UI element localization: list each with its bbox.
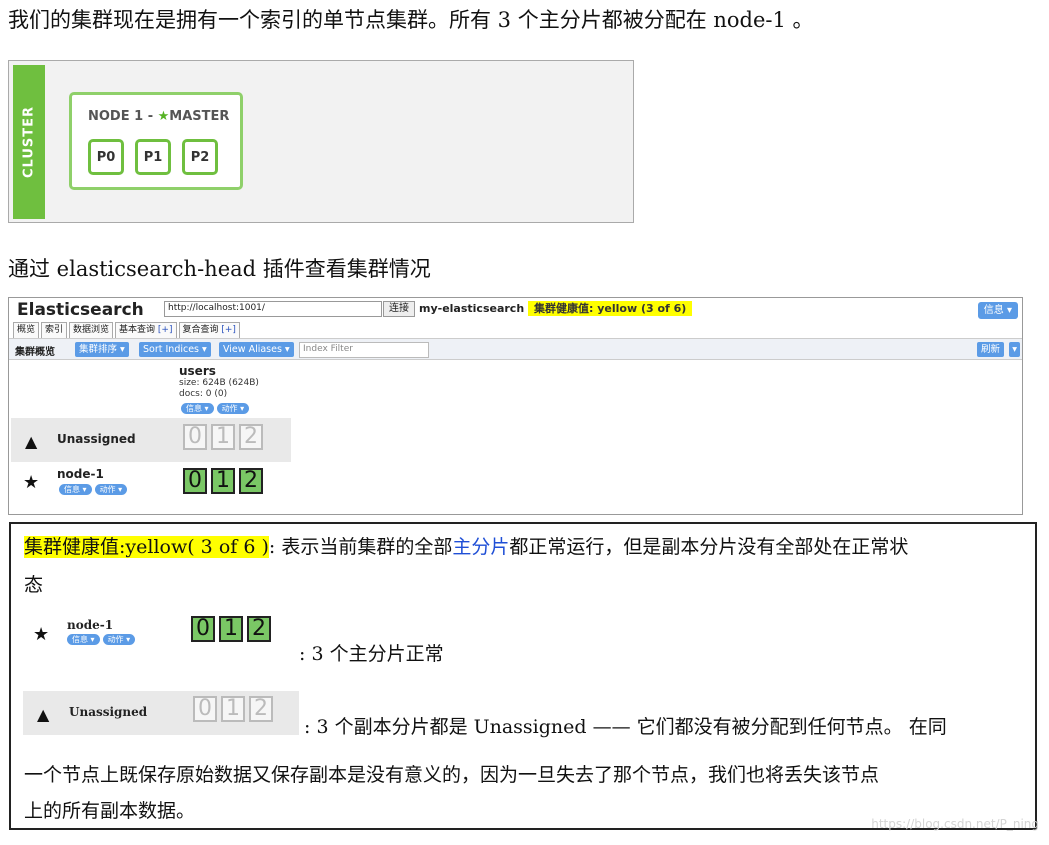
replica-shard-row: 0 1 2 xyxy=(183,424,263,450)
tab-bar: 概览 索引 数据浏览 基本查询 [+] 复合查询 [+] xyxy=(13,322,242,338)
primary-caption: : 3 个主分片正常 xyxy=(299,643,444,665)
example-node: ★ node-1 信息 ▾ 动作 ▾ xyxy=(31,616,181,656)
master-star-icon: ★ xyxy=(33,624,50,645)
explanation-line-2: 态 xyxy=(24,574,44,596)
sort-cluster-button[interactable]: 集群排序 ▾ xyxy=(75,342,129,357)
example-node-action-pill: 动作 ▾ xyxy=(102,634,136,645)
primary-shard-row: 0 1 2 xyxy=(183,468,263,494)
tab-indices-label: 索引 xyxy=(45,325,64,335)
tab-basic-query-plus[interactable]: [+] xyxy=(158,325,173,335)
index-info-pill[interactable]: 信息 ▾ xyxy=(181,403,214,414)
tab-indices[interactable]: 索引 xyxy=(41,322,68,338)
primary-shard-p1: P1 xyxy=(135,139,171,175)
primary-shard[interactable]: 2 xyxy=(239,468,263,494)
node-title: NODE 1 - ★MASTER xyxy=(88,109,229,124)
node-pill-row: 信息 ▾ 动作 ▾ xyxy=(59,484,128,495)
info-menu-button[interactable]: 信息 ▾ xyxy=(977,302,1018,319)
example-replica-shard-row: 0 1 2 xyxy=(193,696,273,722)
tab-browser-label: 数据浏览 xyxy=(73,325,110,335)
node-title-text: NODE 1 - xyxy=(88,109,158,124)
health-highlight: 集群健康值:yellow( 3 of 6 ) xyxy=(24,536,269,558)
primary-shard[interactable]: 0 xyxy=(183,468,207,494)
primary-shard-p0: P0 xyxy=(88,139,124,175)
unassigned-label: Unassigned xyxy=(57,432,136,446)
refresh-button[interactable]: 刷新 xyxy=(976,342,1004,357)
master-star-icon: ★ xyxy=(157,109,170,124)
replica-shard[interactable]: 1 xyxy=(211,424,235,450)
index-docs: docs: 0 (0) xyxy=(179,389,228,399)
tab-basic-query-label: 基本查询 xyxy=(119,325,158,335)
explanation-line-3: 一个节点上既保存原始数据又保存副本是没有意义的，因为一旦失去了那个节点，我们也将… xyxy=(24,764,880,786)
example-unassigned-label: Unassigned xyxy=(69,705,148,719)
primary-shard: 0 xyxy=(191,616,215,642)
view-aliases-button[interactable]: View Aliases ▾ xyxy=(219,342,294,357)
unassigned-row: ▲ Unassigned 0 1 2 xyxy=(11,418,291,462)
index-size: size: 624B (624B) xyxy=(179,378,259,388)
index-name: users xyxy=(179,364,216,378)
tab-overview-label: 概览 xyxy=(17,325,36,335)
index-filter-input[interactable]: Index Filter xyxy=(299,342,429,358)
tab-compound-query[interactable]: 复合查询 [+] xyxy=(178,322,240,338)
replica-caption: : 3 个副本分片都是 Unassigned —— 它们都没有被分配到任何节点。… xyxy=(304,716,947,738)
tab-overview[interactable]: 概览 xyxy=(13,322,40,338)
tab-browser[interactable]: 数据浏览 xyxy=(69,322,114,338)
example-node-name: node-1 xyxy=(67,618,114,632)
es-logo: Elasticsearch xyxy=(17,300,144,320)
cluster-sidebar: CLUSTER xyxy=(13,65,45,219)
watermark: https://blog.csdn.net/P_ning xyxy=(871,817,1039,831)
toolbar-label: 集群概览 xyxy=(15,347,55,358)
es-head-screenshot: Elasticsearch http://localhost:1001/ 连接 … xyxy=(8,297,1023,515)
master-star-icon: ★ xyxy=(23,472,40,493)
example-node-pill-row: 信息 ▾ 动作 ▾ xyxy=(67,634,136,645)
primary-shard-term: 主分片 xyxy=(452,536,510,558)
primary-shard: 1 xyxy=(219,616,243,642)
refresh-dropdown-chevron-icon[interactable]: ▾ xyxy=(1009,342,1020,357)
tab-compound-query-plus[interactable]: [+] xyxy=(221,325,236,335)
sort-indices-button[interactable]: Sort Indices ▾ xyxy=(139,342,211,357)
warning-icon: ▲ xyxy=(37,705,50,724)
explanation-line-1-a: : 表示当前集群的全部 xyxy=(268,536,453,558)
intro-paragraph: 我们的集群现在是拥有一个索引的单节点集群。所有 3 个主分片都被分配在 node… xyxy=(8,8,814,32)
replica-shard: 0 xyxy=(193,696,217,722)
overview-toolbar: 集群概览 集群排序 ▾ Sort Indices ▾ View Aliases … xyxy=(9,338,1022,360)
node-action-pill[interactable]: 动作 ▾ xyxy=(94,484,128,495)
warning-icon: ▲ xyxy=(25,432,38,451)
node-name: node-1 xyxy=(57,467,104,481)
cluster-health-badge: 集群健康值: yellow (3 of 6) xyxy=(528,301,693,316)
replica-shard[interactable]: 0 xyxy=(183,424,207,450)
master-label: MASTER xyxy=(169,109,230,124)
explanation-box: 集群健康值:yellow( 3 of 6 ): 表示当前集群的全部主分片都正常运… xyxy=(9,522,1037,830)
connect-button[interactable]: 连接 xyxy=(383,301,415,317)
head-plugin-paragraph: 通过 elasticsearch-head 插件查看集群情况 xyxy=(8,257,431,281)
replica-shard: 1 xyxy=(221,696,245,722)
primary-shard-p2: P2 xyxy=(182,139,218,175)
index-action-pill[interactable]: 动作 ▾ xyxy=(216,403,250,414)
cluster-diagram: CLUSTER NODE 1 - ★MASTER P0 P1 P2 xyxy=(8,60,634,223)
explanation-line-1-b: 都正常运行，但是副本分片没有全部处在正常状 xyxy=(509,536,909,558)
replica-shard: 2 xyxy=(249,696,273,722)
index-pill-row: 信息 ▾ 动作 ▾ xyxy=(181,403,250,414)
url-input[interactable]: http://localhost:1001/ xyxy=(164,301,382,317)
cluster-name: my-elasticsearch xyxy=(419,302,525,315)
primary-shard: 2 xyxy=(247,616,271,642)
cluster-label: CLUSTER xyxy=(21,105,37,179)
tab-basic-query[interactable]: 基本查询 [+] xyxy=(115,322,177,338)
explanation-line-1: 集群健康值:yellow( 3 of 6 ): 表示当前集群的全部主分片都正常运… xyxy=(24,532,908,559)
primary-shard[interactable]: 1 xyxy=(211,468,235,494)
replica-shard[interactable]: 2 xyxy=(239,424,263,450)
example-node-info-pill: 信息 ▾ xyxy=(67,634,100,645)
explanation-line-4: 上的所有副本数据。 xyxy=(24,800,196,822)
tab-compound-query-label: 复合查询 xyxy=(182,325,222,335)
example-primary-shard-row: 0 1 2 xyxy=(191,616,271,642)
node-info-pill[interactable]: 信息 ▾ xyxy=(59,484,92,495)
node-card: NODE 1 - ★MASTER P0 P1 P2 xyxy=(69,92,243,190)
